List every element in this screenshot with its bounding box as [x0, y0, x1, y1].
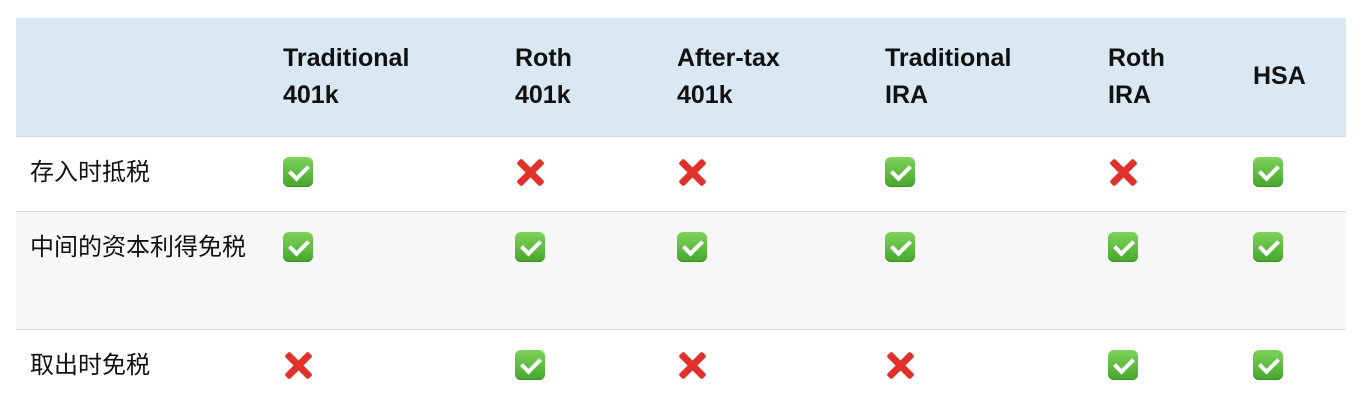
page: Traditional 401k Roth 401k After-tax 401… [0, 0, 1364, 404]
check-icon [1253, 156, 1283, 187]
check-icon [515, 231, 545, 262]
cross-icon [515, 157, 545, 187]
header-corner-cell [16, 18, 283, 136]
table-cell [283, 136, 515, 211]
table-cell [283, 329, 515, 404]
check-icon [885, 156, 915, 187]
check-icon [1108, 231, 1138, 262]
table-cell [515, 211, 677, 329]
table-cell [677, 136, 885, 211]
check-icon [1108, 349, 1138, 380]
table-cell [677, 211, 885, 329]
check-icon [515, 349, 545, 380]
table-row: 存入时抵税 [16, 136, 1346, 211]
check-icon [1253, 231, 1283, 262]
row-label: 中间的资本利得免税 [30, 232, 246, 261]
column-header-label: Roth IRA [1108, 43, 1165, 109]
table-cell [885, 136, 1108, 211]
table-cell [885, 329, 1108, 404]
comparison-table: Traditional 401k Roth 401k After-tax 401… [16, 18, 1346, 404]
table-cell [885, 211, 1108, 329]
table-cell [1108, 136, 1253, 211]
column-header-label: Traditional 401k [283, 43, 410, 109]
table-row: 中间的资本利得免税 [16, 211, 1346, 329]
header-row: Traditional 401k Roth 401k After-tax 401… [16, 18, 1346, 136]
cross-icon [1108, 157, 1138, 187]
table-cell [515, 329, 677, 404]
table-cell [1253, 211, 1346, 329]
check-icon [677, 231, 707, 262]
check-icon [1253, 349, 1283, 380]
column-header-label: Roth 401k [515, 43, 572, 109]
check-icon [283, 231, 313, 262]
header-traditional-401k: Traditional 401k [283, 18, 515, 136]
check-icon [885, 231, 915, 262]
header-traditional-ira: Traditional IRA [885, 18, 1108, 136]
check-icon [283, 156, 313, 187]
header-hsa: HSA [1253, 18, 1346, 136]
header-after-tax-401k: After-tax 401k [677, 18, 885, 136]
cross-icon [283, 350, 313, 380]
table-cell [677, 329, 885, 404]
header-roth-401k: Roth 401k [515, 18, 677, 136]
column-header-label: HSA [1253, 62, 1306, 91]
table-row: 取出时免税 [16, 329, 1346, 404]
cross-icon [677, 157, 707, 187]
cross-icon [677, 350, 707, 380]
table-cell [1108, 329, 1253, 404]
table-cell [283, 211, 515, 329]
table-cell [1253, 136, 1346, 211]
table-cell [515, 136, 677, 211]
row-label: 存入时抵税 [30, 157, 150, 186]
column-header-label: After-tax 401k [677, 43, 780, 109]
table-cell [1108, 211, 1253, 329]
row-label: 取出时免税 [30, 350, 150, 379]
table-cell [1253, 329, 1346, 404]
cross-icon [885, 350, 915, 380]
header-roth-ira: Roth IRA [1108, 18, 1253, 136]
column-header-label: Traditional IRA [885, 43, 1012, 109]
